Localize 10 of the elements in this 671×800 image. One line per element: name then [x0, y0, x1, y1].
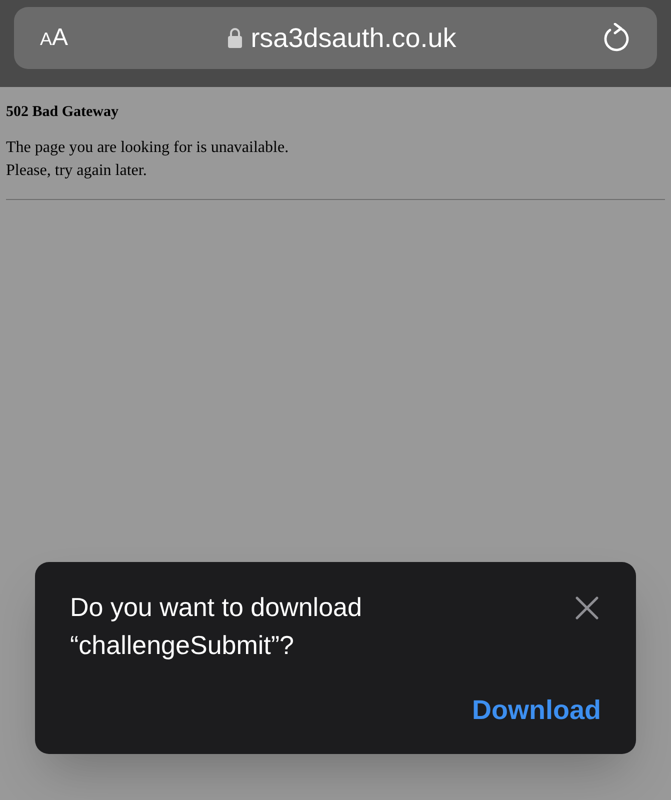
error-message-line: Please, try again later. — [6, 161, 148, 181]
download-question: Do you want to download “challengeSubmit”? — [70, 591, 363, 662]
download-button[interactable]: Download — [472, 690, 601, 730]
address-bar[interactable]: AA rsa3dsauth.co.uk — [14, 7, 657, 69]
close-icon[interactable] — [575, 596, 599, 620]
page-heading: 502 Bad Gateway — [6, 103, 120, 122]
url-text: rsa3dsauth.co.uk — [250, 22, 456, 55]
error-message-line: The page you are looking for is unavailable. — [6, 138, 290, 158]
reload-icon[interactable] — [603, 23, 631, 53]
text-size-button[interactable]: AA — [40, 20, 80, 56]
